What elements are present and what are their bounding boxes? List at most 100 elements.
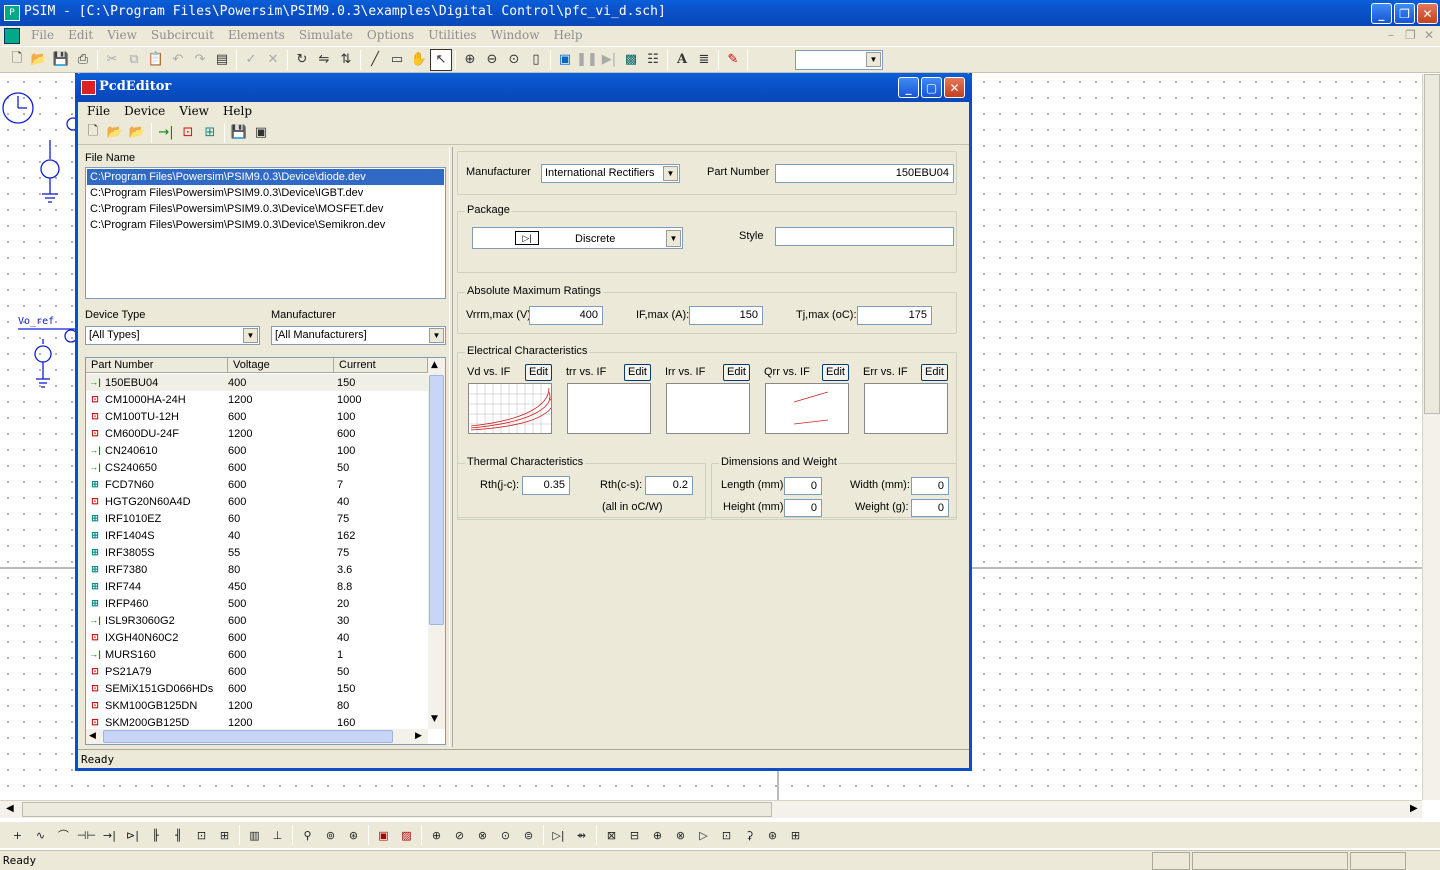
opamp-icon[interactable]: ▷ bbox=[692, 824, 715, 846]
dll-block-icon[interactable]: ⊞ bbox=[784, 824, 807, 846]
rthcs-field[interactable]: 0.2 bbox=[645, 476, 693, 495]
scope-icon[interactable]: ▣ bbox=[372, 824, 395, 846]
main-menu-simulate[interactable]: Simulate bbox=[292, 26, 360, 46]
pcd-menu-help[interactable]: Help bbox=[216, 102, 259, 120]
device-table-hscroll-thumb[interactable] bbox=[103, 730, 393, 743]
diode-element-icon[interactable]: →| bbox=[98, 824, 121, 846]
hscroll-left-icon[interactable]: ◀ bbox=[89, 731, 96, 741]
undo-icon[interactable]: ↶ bbox=[167, 49, 189, 71]
pcd-open-icon[interactable]: 📂 bbox=[104, 122, 126, 144]
table-row[interactable]: ⊡ IXGH40N60C2 600 40 bbox=[86, 629, 428, 646]
pcd-app-icon[interactable] bbox=[81, 80, 96, 95]
table-row[interactable]: ⊞ IRF1010EZ 60 75 bbox=[86, 510, 428, 527]
pcd-new-mosfet-icon[interactable]: ⊞ bbox=[199, 122, 221, 144]
zoom-in-icon[interactable]: ⊕ bbox=[459, 49, 481, 71]
igbt-element-icon[interactable]: ╢ bbox=[167, 824, 190, 846]
edit-check-icon[interactable]: ✎ bbox=[722, 49, 744, 71]
pcd-save-all-icon[interactable]: ▣ bbox=[250, 122, 272, 144]
summer-icon[interactable]: ⊕ bbox=[646, 824, 669, 846]
multiplier-icon[interactable]: ⊗ bbox=[669, 824, 692, 846]
comparator-icon[interactable]: ▷| bbox=[547, 824, 570, 846]
table-row[interactable]: ⊞ FCD7N60 600 7 bbox=[86, 476, 428, 493]
page-icon[interactable]: ▯ bbox=[525, 49, 547, 71]
table-row[interactable]: ⊡ HGTG20N60A4D 600 40 bbox=[86, 493, 428, 510]
pcd-maximize-button[interactable]: ▢ bbox=[921, 77, 942, 98]
table-row[interactable]: ⊡ SKM100GB125DN 1200 80 bbox=[86, 697, 428, 714]
vertical-scrollbar[interactable] bbox=[1422, 74, 1440, 800]
pcd-new-diode-icon[interactable]: →| bbox=[155, 122, 177, 144]
main-minimize-button[interactable]: _ bbox=[1371, 3, 1392, 24]
sine-source-icon[interactable]: ⊘ bbox=[448, 824, 471, 846]
current-probe-icon[interactable]: ⊚ bbox=[319, 824, 342, 846]
bidir-switch-element-icon[interactable]: ⊞ bbox=[213, 824, 236, 846]
sensor-icon[interactable]: ⇴ bbox=[570, 824, 593, 846]
new-file-icon[interactable]: 🗋 bbox=[6, 49, 28, 71]
psim-app-icon[interactable]: P bbox=[4, 5, 20, 21]
table-row[interactable]: ⊞ IRF3805S 55 75 bbox=[86, 544, 428, 561]
column-header-voltage[interactable]: Voltage bbox=[228, 358, 334, 373]
qrr-edit-button[interactable]: Edit bbox=[822, 364, 849, 381]
flip-icon[interactable]: ⇋ bbox=[313, 49, 335, 71]
rthjc-field[interactable]: 0.35 bbox=[522, 476, 570, 495]
table-row[interactable]: ⊡ SEMiX151GD066HDs 600 150 bbox=[86, 680, 428, 697]
element-list-icon[interactable]: ☷ bbox=[642, 49, 664, 71]
main-menu-options[interactable]: Options bbox=[360, 26, 421, 46]
square-source-icon[interactable]: ⊗ bbox=[471, 824, 494, 846]
err-edit-button[interactable]: Edit bbox=[921, 364, 948, 381]
clipboard-icon[interactable]: ▤ bbox=[211, 49, 233, 71]
table-row[interactable]: ⊡ CM100TU-12H 600 100 bbox=[86, 408, 428, 425]
table-row[interactable]: →| ISL9R3060G2 600 30 bbox=[86, 612, 428, 629]
table-row[interactable]: →| CN240610 600 100 bbox=[86, 442, 428, 459]
style-field[interactable] bbox=[775, 227, 954, 246]
triangle-source-icon[interactable]: ⊙ bbox=[494, 824, 517, 846]
mosfet-element-icon[interactable]: ╟ bbox=[144, 824, 167, 846]
redo-icon[interactable]: ↷ bbox=[189, 49, 211, 71]
pcd-menu-file[interactable]: File bbox=[80, 102, 117, 120]
main-menu-subcircuit[interactable]: Subcircuit bbox=[144, 26, 221, 46]
pcd-new-igbt-icon[interactable]: ⊡ bbox=[177, 122, 199, 144]
thyristor-element-icon[interactable]: ⊳| bbox=[121, 824, 144, 846]
table-row[interactable]: →| 150EBU04 400 150 bbox=[86, 374, 428, 391]
paste-icon[interactable]: 📋 bbox=[145, 49, 167, 71]
device-table-vscroll-thumb[interactable] bbox=[429, 375, 444, 625]
table-row[interactable]: ⊞ IRFP460 500 20 bbox=[86, 595, 428, 612]
open-file-icon[interactable]: 📂 bbox=[28, 49, 50, 71]
main-menu-view[interactable]: View bbox=[100, 26, 144, 46]
trr-edit-button[interactable]: Edit bbox=[624, 364, 651, 381]
qrr-graph[interactable] bbox=[765, 383, 849, 434]
device-table-vscroll[interactable]: ▲ ▼ bbox=[428, 358, 445, 729]
meter-icon[interactable]: ▨ bbox=[395, 824, 418, 846]
file-item-mosfet[interactable]: C:\Program Files\Powersim\PSIM9.0.3\Devi… bbox=[87, 201, 444, 217]
table-row[interactable]: ⊞ IRF7380 80 3.6 bbox=[86, 561, 428, 578]
table-row[interactable]: ⊞ IRF744 450 8.8 bbox=[86, 578, 428, 595]
weight-field[interactable]: 0 bbox=[911, 499, 949, 517]
resistor-element-icon[interactable]: ∿ bbox=[29, 824, 52, 846]
chevron-down-icon[interactable]: ▼ bbox=[243, 328, 258, 343]
err-graph[interactable] bbox=[864, 383, 948, 434]
mirror-icon[interactable]: ⇅ bbox=[335, 49, 357, 71]
length-field[interactable]: 0 bbox=[784, 477, 822, 495]
print-icon[interactable]: ⎙ bbox=[72, 49, 94, 71]
column-header-current[interactable]: Current bbox=[334, 358, 428, 373]
zoom-fit-icon[interactable]: ⊙ bbox=[503, 49, 525, 71]
simview-icon[interactable]: ▩ bbox=[620, 49, 642, 71]
pcd-save-icon[interactable]: 💾 bbox=[228, 122, 250, 144]
irr-edit-button[interactable]: Edit bbox=[723, 364, 750, 381]
pcd-menu-device[interactable]: Device bbox=[117, 102, 172, 120]
rotate-icon[interactable]: ↻ bbox=[291, 49, 313, 71]
main-menu-utilities[interactable]: Utilities bbox=[421, 26, 483, 46]
chevron-down-icon[interactable]: ▼ bbox=[663, 166, 678, 181]
manufacturer-combo[interactable]: International Rectifiers ▼ bbox=[541, 164, 680, 183]
part-number-field[interactable]: 150EBU04 bbox=[775, 164, 954, 183]
hscroll-right-arrow-icon[interactable]: ▶ bbox=[1410, 803, 1418, 814]
table-row[interactable]: ⊡ CM1000HA-24H 1200 1000 bbox=[86, 391, 428, 408]
mdi-child-icon[interactable] bbox=[4, 28, 20, 44]
table-row[interactable]: →| CS240650 600 50 bbox=[86, 459, 428, 476]
step-icon[interactable]: ▶| bbox=[598, 49, 620, 71]
column-header-part[interactable]: Part Number bbox=[86, 358, 228, 373]
run-simulation-icon[interactable]: ▣ bbox=[554, 49, 576, 71]
horizontal-scrollbar[interactable]: ◀ ▶ bbox=[0, 800, 1422, 818]
scroll-up-arrow-icon[interactable]: ▲ bbox=[431, 360, 438, 370]
vscroll-thumb[interactable] bbox=[1424, 74, 1440, 414]
pointer-icon[interactable]: ↖ bbox=[430, 48, 452, 71]
